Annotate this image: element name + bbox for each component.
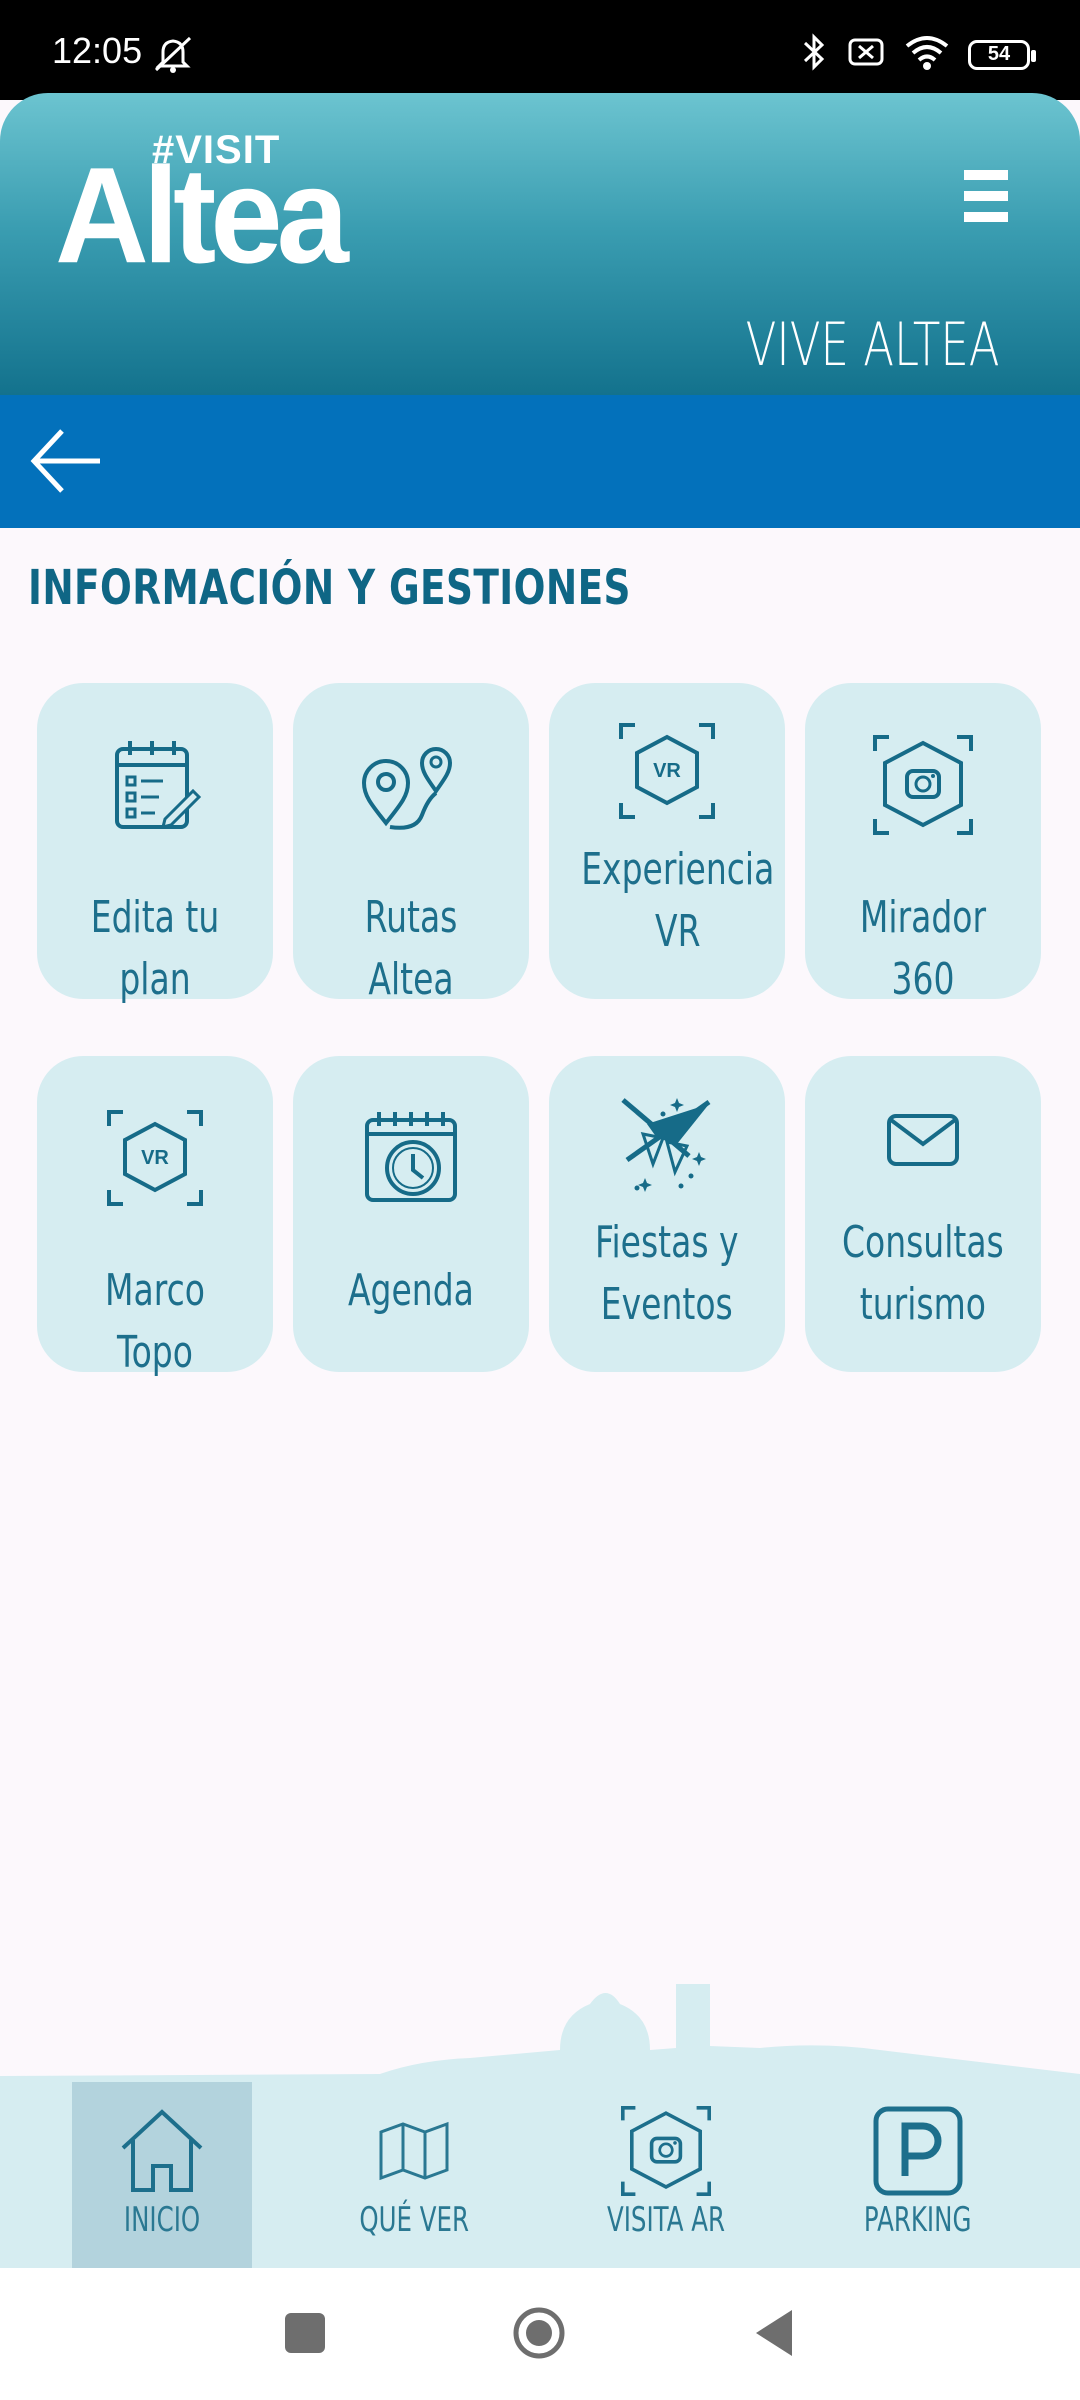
tile-label: Consultas turismo	[842, 1217, 1004, 1330]
camera-hexagon-icon	[805, 735, 1041, 835]
festival-icon	[549, 1094, 785, 1194]
calendar-clock-icon	[293, 1108, 529, 1208]
nav-visita-ar[interactable]: VISITA AR	[576, 2082, 756, 2268]
bottom-navigation: INICIO QUÉ VER VISITA AR PARKING	[0, 2082, 1080, 2268]
svg-text:VR: VR	[653, 760, 681, 782]
tile-label: Experiencia VR	[581, 844, 775, 957]
envelope-icon	[805, 1098, 1041, 1198]
tile-edita-tu-plan[interactable]: Edita tu plan	[37, 683, 273, 1005]
tile-label: Mirador 360	[859, 892, 987, 1005]
mute-icon	[150, 34, 196, 79]
bluetooth-icon	[800, 32, 828, 77]
svg-text:VR: VR	[141, 1147, 169, 1169]
home-button[interactable]	[512, 2306, 566, 2360]
nav-label: QUÉ VER	[359, 2200, 469, 2240]
back-button[interactable]	[28, 425, 104, 497]
nav-que-ver[interactable]: QUÉ VER	[324, 2082, 504, 2268]
tile-label: Fiestas y Eventos	[595, 1217, 739, 1330]
nav-inicio[interactable]: INICIO	[72, 2082, 252, 2268]
vr-hexagon-icon: VR	[549, 721, 785, 821]
logo-altea-text: Altea	[55, 138, 349, 292]
triangle-back-icon	[756, 2310, 792, 2356]
wifi-icon	[904, 32, 950, 77]
tile-fiestas-y-eventos[interactable]: Fiestas y Eventos	[549, 1056, 785, 1372]
tile-agenda[interactable]: Agenda	[293, 1056, 529, 1372]
nav-label: VISITA AR	[606, 2200, 726, 2240]
battery-icon: 54	[968, 39, 1036, 70]
nav-label: PARKING	[864, 2200, 972, 2240]
system-navigation-bar	[0, 2268, 1080, 2400]
tile-consultas-turismo[interactable]: Consultas turismo	[805, 1056, 1041, 1372]
tile-label: Rutas Altea	[364, 892, 458, 1005]
header-tagline: VIVE ALTEA	[746, 310, 1000, 380]
tile-mirador-360[interactable]: Mirador 360	[805, 683, 1041, 1005]
status-bar: 12:05 54	[0, 0, 1080, 100]
circle-home-icon	[513, 2307, 565, 2359]
route-pins-icon	[293, 735, 529, 835]
camera-hexagon-icon	[576, 2106, 756, 2201]
hamburger-menu-icon[interactable]	[964, 170, 1008, 222]
section-title: INFORMACIÓN Y GESTIONES	[28, 560, 631, 616]
arrow-left-icon	[30, 429, 100, 493]
tile-label: Agenda	[348, 1265, 474, 1316]
parking-icon	[828, 2106, 1008, 2201]
recents-button[interactable]	[285, 2313, 325, 2353]
navigation-bar	[0, 395, 1080, 528]
calendar-list-icon	[37, 735, 273, 835]
battery-level: 54	[987, 43, 1011, 65]
tile-experiencia-vr[interactable]: VR Experiencia VR	[549, 683, 785, 999]
nav-label: INICIO	[123, 2200, 201, 2240]
back-system-button[interactable]	[752, 2308, 796, 2358]
sim-icon	[846, 32, 886, 77]
nav-parking[interactable]: PARKING	[828, 2082, 1008, 2268]
home-icon	[72, 2106, 252, 2201]
tile-label: Marco Topo	[105, 1265, 205, 1378]
tile-marco-topo[interactable]: VR Marco Topo	[37, 1056, 273, 1378]
vr-hexagon-icon: VR	[37, 1108, 273, 1208]
tile-label: Edita tu plan	[90, 892, 220, 1005]
status-time: 12:05	[52, 30, 143, 71]
tile-rutas-altea[interactable]: Rutas Altea	[293, 683, 529, 1005]
town-skyline-illustration	[0, 1984, 1080, 2082]
map-icon	[324, 2106, 504, 2201]
